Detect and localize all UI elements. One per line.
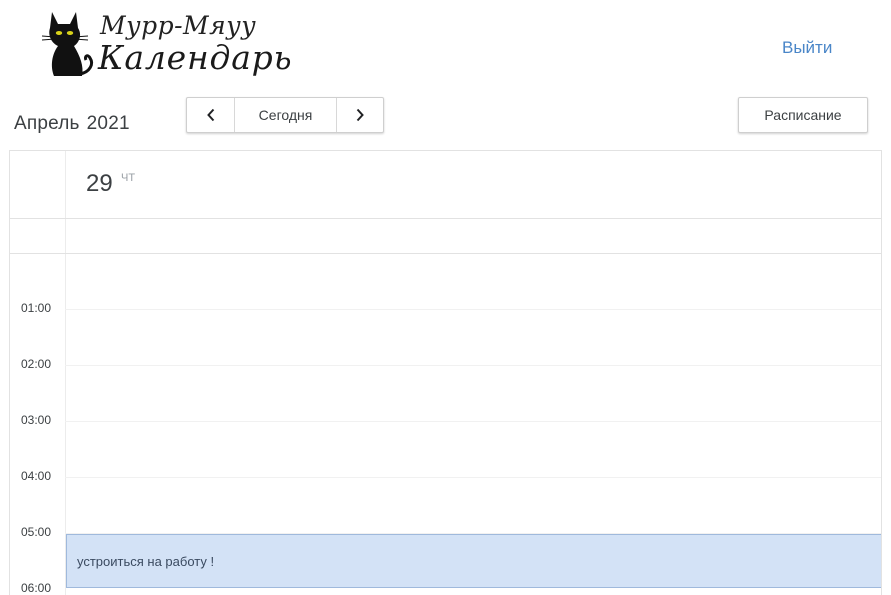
logout-link[interactable]: Выйти xyxy=(782,38,832,58)
hour-label: 03:00 xyxy=(21,413,52,427)
hour-label: 05:00 xyxy=(21,525,52,539)
month-name: Апрель xyxy=(14,113,80,134)
date-navigation: Сегодня xyxy=(186,97,384,133)
hour-label: 04:00 xyxy=(21,469,52,483)
hour-label: 06:00 xyxy=(21,581,52,595)
hour-label: 01:00 xyxy=(21,301,52,315)
chevron-left-icon xyxy=(206,108,214,122)
chevron-right-icon xyxy=(356,108,364,122)
calendar-page: Мурр-Мяуу Календарь Выйти Апрель 2021 Сег… xyxy=(0,0,891,595)
weekday-name: ЧТ xyxy=(121,172,136,184)
current-month-label: Апрель 2021 xyxy=(14,112,130,136)
day-number[interactable]: 29 xyxy=(86,170,113,198)
all-day-row[interactable] xyxy=(10,218,881,254)
hour-label: 02:00 xyxy=(21,357,52,371)
logo-title-line1: Мурр-Мяуу xyxy=(100,11,257,40)
hour-gridline xyxy=(65,309,881,310)
prev-day-button[interactable] xyxy=(187,98,235,132)
day-header: 29 ЧТ xyxy=(10,151,881,219)
event-title: устроиться на работу ! xyxy=(77,554,215,569)
hour-gridline xyxy=(65,421,881,422)
hour-gridline xyxy=(65,477,881,478)
calendar-event[interactable]: устроиться на работу ! xyxy=(66,534,881,588)
day-calendar: 29 ЧТ 01:00 02:00 03:00 04:00 05:00 06:0… xyxy=(9,150,882,595)
year-value: 2021 xyxy=(86,113,130,134)
logo-title-line2: Календарь xyxy=(98,38,293,77)
next-day-button[interactable] xyxy=(336,98,383,132)
schedule-view-button[interactable]: Расписание xyxy=(738,97,868,133)
black-cat-icon xyxy=(41,12,94,76)
today-button[interactable]: Сегодня xyxy=(235,98,336,132)
app-logo[interactable]: Мурр-Мяуу Календарь xyxy=(28,6,292,82)
hour-gridline xyxy=(65,365,881,366)
